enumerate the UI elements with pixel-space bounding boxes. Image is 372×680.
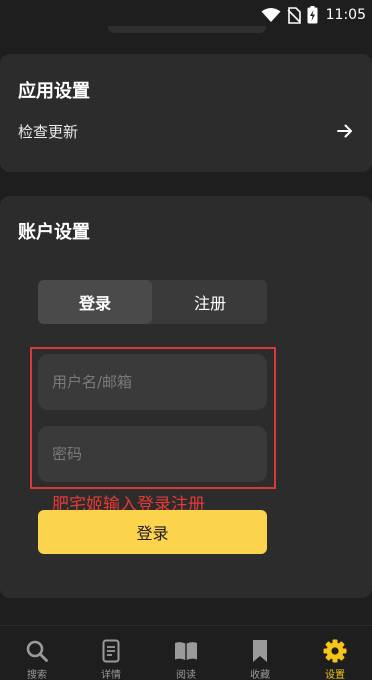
settings-screen: 11:05 应用设置 检查更新 账户设置 登录 注册 肥宅姬输入登录注册 登录 bbox=[0, 0, 372, 680]
previous-card-edge bbox=[108, 26, 266, 33]
bookmark-icon bbox=[248, 639, 272, 663]
password-input[interactable] bbox=[38, 426, 267, 482]
book-open-icon bbox=[174, 639, 198, 663]
tab-login[interactable]: 登录 bbox=[38, 280, 152, 324]
app-settings-card: 应用设置 检查更新 bbox=[0, 54, 372, 172]
nav-item-settings[interactable]: 设置 bbox=[298, 626, 372, 680]
auth-tabs: 登录 注册 bbox=[38, 280, 267, 324]
login-button[interactable]: 登录 bbox=[38, 510, 267, 554]
document-icon bbox=[99, 639, 123, 663]
username-input[interactable] bbox=[38, 354, 267, 410]
nav-label-search: 搜索 bbox=[27, 670, 47, 680]
account-settings-card: 账户设置 登录 注册 肥宅姬输入登录注册 登录 bbox=[0, 196, 372, 598]
bottom-nav: 搜索 详情 阅读 收藏 设置 bbox=[0, 625, 372, 680]
app-settings-title: 应用设置 bbox=[18, 81, 90, 102]
status-icons: 11:05 bbox=[261, 5, 366, 25]
nav-item-favorites[interactable]: 收藏 bbox=[223, 626, 297, 680]
tab-register[interactable]: 注册 bbox=[153, 280, 267, 324]
nav-item-details[interactable]: 详情 bbox=[74, 626, 148, 680]
status-time: 11:05 bbox=[325, 7, 366, 23]
check-update-row[interactable]: 检查更新 bbox=[0, 116, 372, 148]
nav-label-favorites: 收藏 bbox=[250, 670, 270, 680]
nav-label-read: 阅读 bbox=[176, 670, 196, 680]
check-update-label: 检查更新 bbox=[18, 123, 79, 141]
nav-label-settings: 设置 bbox=[325, 670, 345, 680]
nav-item-search[interactable]: 搜索 bbox=[0, 626, 74, 680]
nav-item-read[interactable]: 阅读 bbox=[149, 626, 223, 680]
nav-label-details: 详情 bbox=[101, 670, 121, 680]
battery-charging-icon bbox=[307, 6, 318, 24]
search-icon bbox=[25, 639, 49, 663]
account-settings-title: 账户设置 bbox=[18, 222, 90, 243]
arrow-right-icon bbox=[336, 122, 354, 144]
gear-icon bbox=[323, 639, 347, 663]
no-sim-icon bbox=[287, 6, 301, 24]
wifi-icon bbox=[261, 7, 281, 23]
